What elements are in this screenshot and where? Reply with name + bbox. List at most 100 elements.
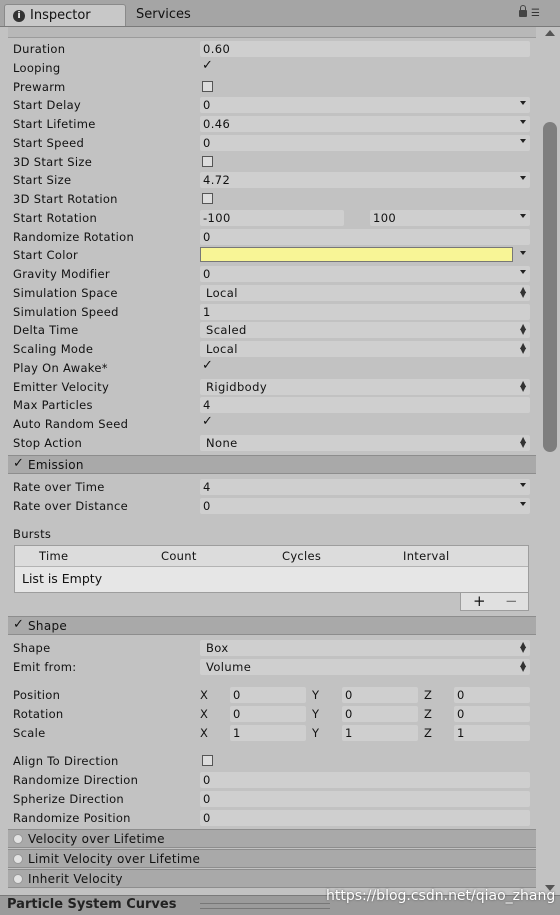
bursts-header: Time Count Cycles Interval [15,546,528,567]
simulation-space-select[interactable]: Local [200,285,530,301]
limit-velocity-toggle[interactable] [13,854,23,864]
emission-enable-checkbox[interactable]: ✓ [13,456,24,471]
prewarm-checkbox[interactable] [202,81,213,92]
delta-time-select[interactable]: Scaled [200,322,530,338]
rate-over-time-field[interactable]: 4 [200,479,530,495]
scaling-mode-row: Scaling Mode Local ▲ ▼ [8,340,536,358]
position-z-field[interactable]: 0 [454,687,530,703]
position-x-label: X [200,688,208,702]
remove-burst-button[interactable]: − [505,593,518,609]
velocity-over-lifetime-title: Velocity over Lifetime [28,832,165,846]
add-burst-button[interactable]: + [473,593,486,609]
shape-module-header[interactable]: ✓ Shape [8,616,536,635]
start-color-row: Start Color [8,246,536,264]
inherit-velocity-header[interactable]: Inherit Velocity [8,869,536,888]
scale-y-field[interactable]: 1 [342,725,418,741]
start-rotation-dropdown-icon[interactable] [520,214,526,218]
scroll-thumb[interactable] [543,122,557,452]
spherize-direction-field[interactable]: 0 [200,791,530,807]
scale-z-field[interactable]: 1 [454,725,530,741]
delta-time-updown-icon: ▲ ▼ [520,322,527,336]
scroll-up-icon[interactable] [545,30,555,36]
start-color-swatch[interactable] [200,247,513,262]
randomize-direction-row: Randomize Direction 0 [8,771,536,789]
position-y-field[interactable]: 0 [342,687,418,703]
tab-inspector-label: Inspector [30,8,91,23]
start-size-3d-checkbox[interactable] [202,156,213,167]
simulation-speed-field[interactable]: 1 [200,304,530,320]
randomize-direction-label: Randomize Direction [13,773,139,787]
start-rotation-max-field[interactable]: 100 [370,210,530,226]
rate-over-time-row: Rate over Time 4 [8,478,536,496]
emitter-velocity-select[interactable]: Rigidbody [200,379,530,395]
shape-type-row: Shape Box ▲ ▼ [8,639,536,657]
scaling-mode-select[interactable]: Local [200,341,530,357]
simulation-space-updown-icon: ▲ ▼ [520,285,527,299]
start-size-3d-row: 3D Start Size [8,153,536,171]
rotation-row: Rotation X 0 Y 0 Z 0 [8,705,536,723]
randomize-rotation-field[interactable]: 0 [200,229,530,245]
start-delay-field[interactable]: 0 [200,97,530,113]
start-speed-dropdown-icon[interactable] [520,139,526,143]
stop-action-select[interactable]: None [200,435,530,451]
inherit-velocity-toggle[interactable] [13,874,23,884]
rate-over-distance-label: Rate over Distance [13,499,129,513]
tab-services[interactable]: Services [128,4,218,26]
lock-icon[interactable] [519,5,527,17]
simulation-space-row: Simulation Space Local ▲ ▼ [8,284,536,302]
shape-type-select[interactable]: Box [200,640,530,656]
vertical-scrollbar[interactable] [540,27,560,895]
bursts-col-count: Count [161,549,197,563]
start-size-dropdown-icon[interactable] [520,176,526,180]
velocity-over-lifetime-toggle[interactable] [13,834,23,844]
position-x-field[interactable]: 0 [230,687,306,703]
randomize-direction-field[interactable]: 0 [200,772,530,788]
emit-from-select[interactable]: Volume [200,659,530,675]
start-lifetime-field[interactable]: 0.46 [200,116,530,132]
resize-grip-icon[interactable] [200,903,330,909]
bursts-footer: + − [460,593,529,611]
curves-footer[interactable]: Particle System Curves https://blog.csdn… [0,888,560,915]
context-menu-icon[interactable]: ☰ [531,9,547,19]
start-size-field[interactable]: 4.72 [200,172,530,188]
auto-random-seed-label: Auto Random Seed [13,417,129,431]
play-on-awake-checkbox[interactable]: ✓ [202,359,213,373]
start-lifetime-label: Start Lifetime [13,117,96,131]
limit-velocity-over-lifetime-header[interactable]: Limit Velocity over Lifetime [8,849,536,868]
rate-over-distance-row: Rate over Distance 0 [8,497,536,515]
duration-row: Duration 0.60 [8,40,536,58]
gravity-modifier-row: Gravity Modifier 0 [8,265,536,283]
rate-over-distance-dropdown-icon[interactable] [520,502,526,506]
scale-x-field[interactable]: 1 [230,725,306,741]
rate-over-distance-field[interactable]: 0 [200,498,530,514]
auto-random-seed-checkbox[interactable]: ✓ [202,415,213,429]
emission-module-header[interactable]: ✓ Emission [8,455,536,474]
align-to-direction-checkbox[interactable] [202,755,213,766]
shape-enable-checkbox[interactable]: ✓ [13,617,24,632]
start-color-dropdown-icon[interactable] [520,251,526,255]
prewarm-label: Prewarm [13,80,66,94]
max-particles-label: Max Particles [13,398,93,412]
max-particles-field[interactable]: 4 [200,397,530,413]
scaling-mode-updown-icon: ▲ ▼ [520,341,527,355]
play-on-awake-label: Play On Awake* [13,361,108,375]
start-rotation-3d-checkbox[interactable] [202,193,213,204]
gravity-modifier-field[interactable]: 0 [200,266,530,282]
rotation-x-label: X [200,707,208,721]
looping-checkbox[interactable]: ✓ [202,59,213,73]
start-lifetime-dropdown-icon[interactable] [520,120,526,124]
align-to-direction-row: Align To Direction [8,752,536,770]
tab-inspector[interactable]: i Inspector [4,4,126,26]
gravity-modifier-dropdown-icon[interactable] [520,270,526,274]
rotation-y-field[interactable]: 0 [342,706,418,722]
rotation-z-field[interactable]: 0 [454,706,530,722]
start-speed-field[interactable]: 0 [200,135,530,151]
start-rotation-min-field[interactable]: -100 [200,210,344,226]
velocity-over-lifetime-header[interactable]: Velocity over Lifetime [8,829,536,848]
start-delay-dropdown-icon[interactable] [520,101,526,105]
delta-time-label: Delta Time [13,323,79,337]
duration-field[interactable]: 0.60 [200,41,530,57]
randomize-position-field[interactable]: 0 [200,810,530,826]
rotation-x-field[interactable]: 0 [230,706,306,722]
rate-over-time-dropdown-icon[interactable] [520,483,526,487]
